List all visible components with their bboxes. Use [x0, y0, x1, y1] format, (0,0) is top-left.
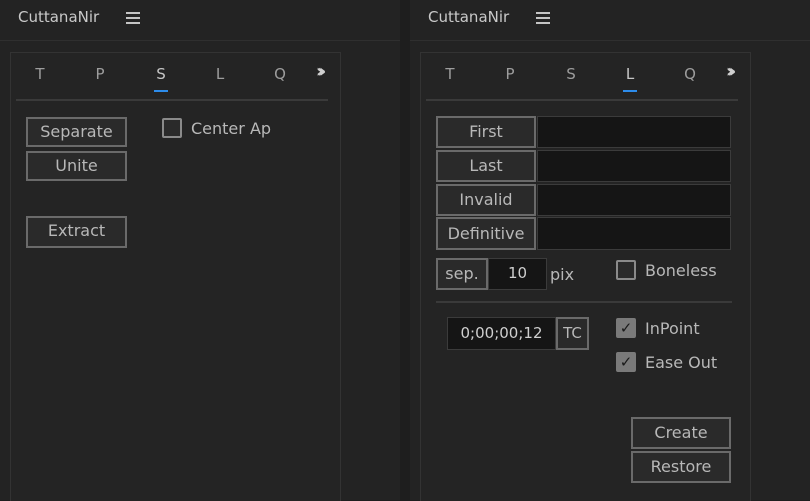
tab-t[interactable]: T — [28, 65, 52, 83]
boneless-checkbox[interactable] — [616, 260, 636, 280]
section-divider — [436, 301, 732, 303]
panel-header: CuttanaNir — [0, 0, 400, 41]
tab-content-area: T P S L Q ››› Separate Unite Extract Cen… — [10, 52, 341, 501]
double-chevron-right-icon[interactable]: ››› — [726, 61, 737, 82]
tab-s[interactable]: S — [559, 65, 583, 83]
center-ap-checkbox[interactable] — [162, 118, 182, 138]
tab-content-area: T P S L Q ››› First Last Invalid Definit… — [420, 52, 751, 501]
tab-s[interactable]: S — [149, 65, 173, 92]
tab-divider — [16, 99, 328, 101]
tab-s-label: S — [156, 65, 166, 83]
restore-button[interactable]: Restore — [631, 451, 731, 483]
first-field[interactable] — [537, 116, 731, 148]
tab-bar: T P S L Q — [421, 65, 750, 93]
left-panel: CuttanaNir T P S L Q ››› Separate Unite … — [0, 0, 400, 501]
tab-divider — [426, 99, 738, 101]
tab-t[interactable]: T — [438, 65, 462, 83]
tc-button[interactable]: TC — [556, 317, 589, 350]
timecode-field[interactable]: 0;00;00;12 — [447, 317, 556, 350]
panel-header: CuttanaNir — [410, 0, 810, 41]
app-title: CuttanaNir — [428, 8, 510, 26]
separate-button[interactable]: Separate — [26, 117, 127, 147]
tab-q[interactable]: Q — [678, 65, 702, 83]
tab-q[interactable]: Q — [268, 65, 292, 83]
right-panel: CuttanaNir T P S L Q ››› First Last Inva… — [410, 0, 810, 501]
tab-l[interactable]: L — [618, 65, 642, 92]
ease-out-label: Ease Out — [645, 353, 718, 372]
active-tab-indicator — [154, 90, 168, 92]
last-button[interactable]: Last — [436, 150, 536, 182]
invalid-button[interactable]: Invalid — [436, 184, 536, 216]
double-chevron-right-icon[interactable]: ››› — [316, 61, 327, 82]
hamburger-menu-icon[interactable] — [126, 12, 140, 24]
last-field[interactable] — [537, 150, 731, 182]
definitive-field[interactable] — [537, 217, 731, 250]
tab-bar: T P S L Q — [11, 65, 340, 93]
create-button[interactable]: Create — [631, 417, 731, 449]
hamburger-menu-icon[interactable] — [536, 12, 550, 24]
tab-l-label: L — [625, 65, 635, 83]
unite-button[interactable]: Unite — [26, 151, 127, 181]
tab-l[interactable]: L — [208, 65, 232, 83]
ease-out-checkbox[interactable]: ✓ — [616, 352, 636, 372]
invalid-field[interactable] — [537, 184, 731, 216]
sep-unit-label: pix — [550, 265, 575, 284]
inpoint-label: InPoint — [645, 319, 700, 338]
definitive-button[interactable]: Definitive — [436, 217, 536, 250]
extract-button[interactable]: Extract — [26, 216, 127, 248]
sep-value-field[interactable]: 10 — [488, 258, 547, 290]
active-tab-indicator — [623, 90, 637, 92]
first-button[interactable]: First — [436, 116, 536, 148]
inpoint-checkbox[interactable]: ✓ — [616, 318, 636, 338]
tab-p[interactable]: P — [88, 65, 112, 83]
center-ap-label: Center Ap — [191, 119, 272, 138]
sep-button[interactable]: sep. — [436, 258, 488, 290]
boneless-label: Boneless — [645, 261, 717, 280]
app-title: CuttanaNir — [18, 8, 100, 26]
tab-p[interactable]: P — [498, 65, 522, 83]
